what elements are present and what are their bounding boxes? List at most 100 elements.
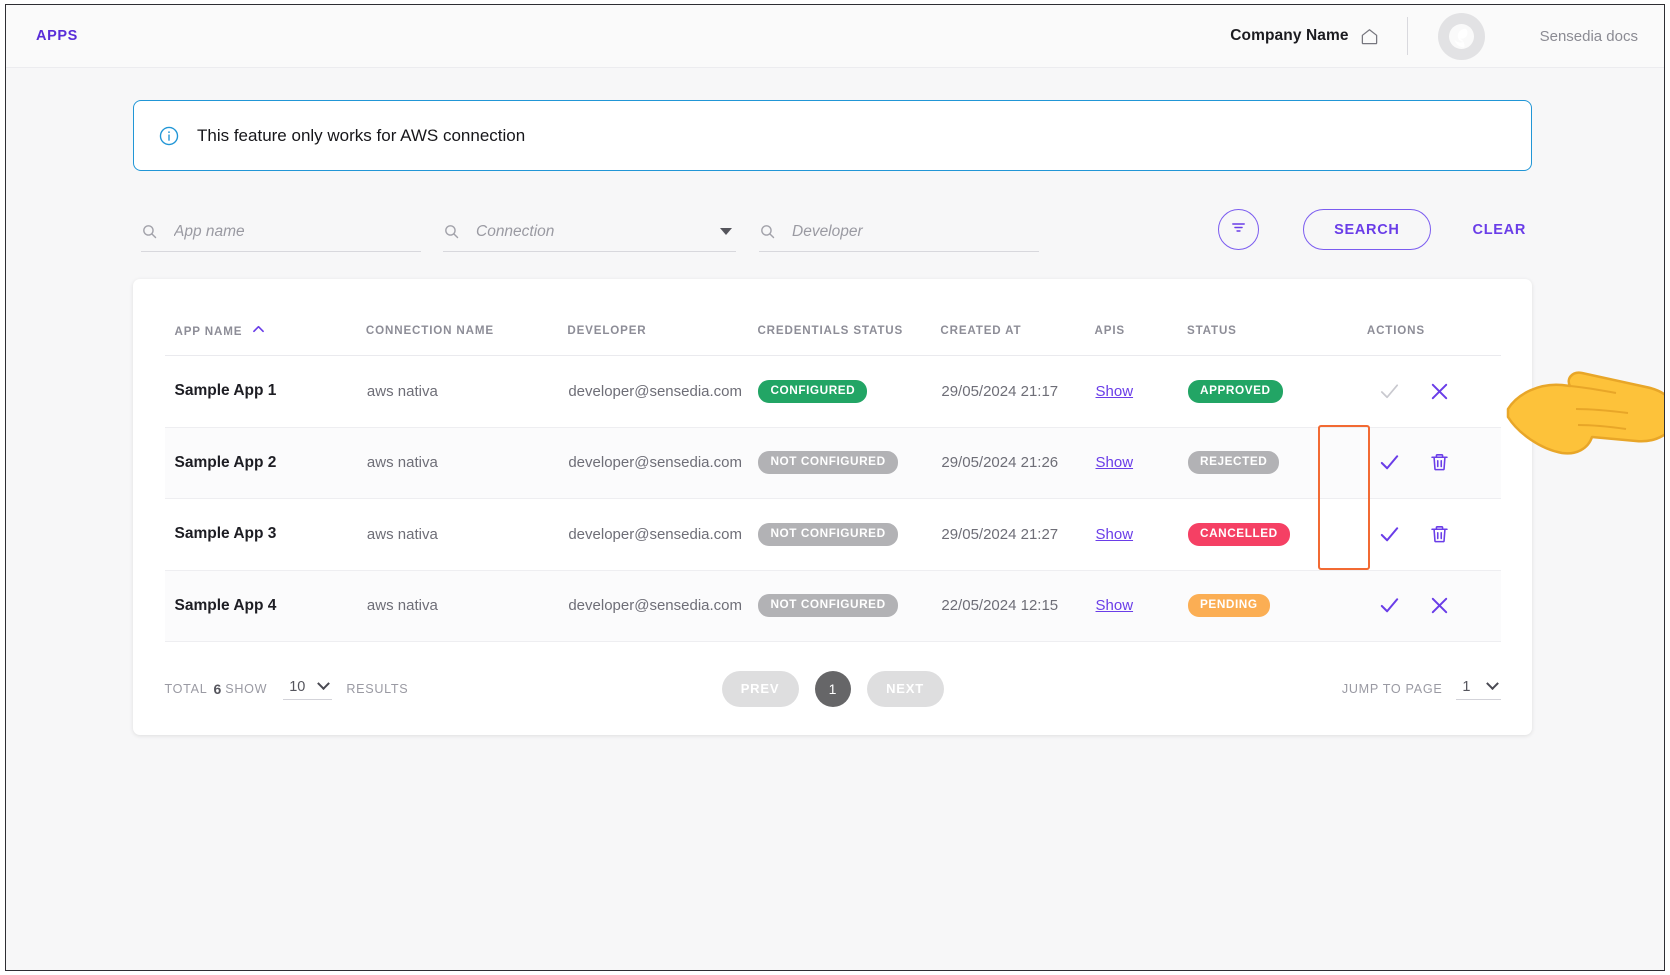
total-value: 6: [213, 681, 221, 697]
jump-to-page-select[interactable]: 1: [1456, 678, 1500, 700]
cell-created-at: 29/05/2024 21:26: [940, 427, 1094, 499]
status-badge: PENDING: [1188, 594, 1270, 617]
table-row[interactable]: Sample App 4 aws nativa developer@sensed…: [165, 570, 1501, 642]
developer-input[interactable]: [790, 222, 1039, 242]
reject-icon[interactable]: [1426, 592, 1454, 620]
column-header-created-at[interactable]: CREATED AT: [940, 279, 1094, 356]
table-row[interactable]: Sample App 3 aws nativa developer@sensed…: [165, 499, 1501, 571]
chevron-down-icon: [1486, 677, 1499, 690]
main-content: This feature only works for AWS connecti…: [6, 100, 1664, 735]
search-icon: [443, 223, 460, 240]
cell-credentials-status: NOT CONFIGURED: [757, 427, 940, 499]
table-row[interactable]: Sample App 2 aws nativa developer@sensed…: [165, 427, 1501, 499]
jump-to-page-value: 1: [1462, 679, 1470, 695]
connection-field[interactable]: [443, 214, 736, 252]
filter-icon: [1230, 219, 1247, 241]
credentials-status-badge: NOT CONFIGURED: [758, 451, 897, 474]
cell-status: REJECTED: [1187, 427, 1367, 499]
next-page-button[interactable]: NEXT: [867, 671, 944, 707]
page-size-value: 10: [289, 679, 305, 695]
prev-page-button[interactable]: PREV: [722, 671, 799, 707]
info-banner: This feature only works for AWS connecti…: [133, 100, 1532, 171]
cell-apis: Show: [1095, 356, 1187, 428]
apis-show-link[interactable]: Show: [1096, 454, 1134, 471]
column-header-connection-name[interactable]: CONNECTION NAME: [366, 279, 567, 356]
column-header-credentials-status[interactable]: CREDENTIALS STATUS: [757, 279, 940, 356]
cell-actions: [1367, 356, 1501, 428]
jump-to-page: JUMP TO PAGE 1: [1342, 678, 1501, 700]
top-bar-right: Company Name Sensedia docs: [1230, 13, 1638, 60]
table-header-row: APP NAME CONNECTION NAME DEVELOPER CREDE…: [165, 279, 1501, 356]
cell-created-at: 22/05/2024 12:15: [940, 570, 1094, 642]
sensedia-logo-icon: [1438, 13, 1485, 60]
developer-field[interactable]: [759, 214, 1039, 252]
cell-status: PENDING: [1187, 570, 1367, 642]
search-filter-row: SEARCH CLEAR: [133, 206, 1532, 252]
cell-developer: developer@sensedia.com: [567, 427, 757, 499]
table-body: Sample App 1 aws nativa developer@sensed…: [165, 356, 1501, 642]
cell-connection-name: aws nativa: [366, 427, 567, 499]
clear-button[interactable]: CLEAR: [1467, 209, 1532, 250]
page-title: APPS: [36, 28, 78, 44]
approve-icon[interactable]: [1376, 449, 1404, 477]
page-size-select[interactable]: 10: [283, 678, 332, 700]
table-row[interactable]: Sample App 1 aws nativa developer@sensed…: [165, 356, 1501, 428]
chevron-down-icon: [317, 677, 330, 690]
apis-show-link[interactable]: Show: [1096, 383, 1134, 400]
app-name-input[interactable]: [172, 222, 421, 242]
delete-icon[interactable]: [1426, 449, 1454, 477]
row-actions: [1368, 449, 1500, 477]
credentials-status-badge: CONFIGURED: [758, 380, 867, 403]
home-icon[interactable]: [1360, 27, 1379, 46]
search-icon: [759, 223, 776, 240]
cell-credentials-status: NOT CONFIGURED: [757, 570, 940, 642]
apps-table-card: APP NAME CONNECTION NAME DEVELOPER CREDE…: [133, 279, 1532, 735]
apis-show-link[interactable]: Show: [1096, 597, 1134, 614]
show-label: SHOW: [225, 682, 267, 696]
cell-app-name: Sample App 1: [165, 356, 366, 428]
reject-icon[interactable]: [1426, 377, 1454, 405]
column-header-app-name[interactable]: APP NAME: [165, 279, 366, 356]
filter-button[interactable]: [1218, 209, 1259, 250]
results-summary: TOTAL 6 SHOW 10 RESULTS: [165, 678, 409, 700]
cell-created-at: 29/05/2024 21:17: [940, 356, 1094, 428]
approve-icon[interactable]: [1376, 592, 1404, 620]
approve-icon[interactable]: [1376, 520, 1404, 548]
table-header: APP NAME CONNECTION NAME DEVELOPER CREDE…: [165, 279, 1501, 356]
cell-connection-name: aws nativa: [366, 499, 567, 571]
delete-icon[interactable]: [1426, 520, 1454, 548]
cell-apis: Show: [1095, 499, 1187, 571]
cell-app-name: Sample App 3: [165, 499, 366, 571]
cell-apis: Show: [1095, 570, 1187, 642]
cell-actions: [1367, 499, 1501, 571]
search-icon: [141, 223, 158, 240]
status-badge: CANCELLED: [1188, 523, 1290, 546]
cell-created-at: 29/05/2024 21:27: [940, 499, 1094, 571]
apis-show-link[interactable]: Show: [1096, 526, 1134, 543]
table-footer: TOTAL 6 SHOW 10 RESULTS PREV 1 NEXT JUMP…: [165, 642, 1501, 735]
results-label: RESULTS: [346, 682, 408, 696]
total-label: TOTAL: [165, 682, 208, 696]
sensedia-docs-link[interactable]: Sensedia docs: [1540, 28, 1638, 45]
row-actions: [1368, 377, 1500, 405]
row-actions: [1368, 592, 1500, 620]
credentials-status-badge: NOT CONFIGURED: [758, 523, 897, 546]
app-name-field[interactable]: [141, 214, 421, 252]
chevron-down-icon[interactable]: [720, 228, 732, 235]
status-badge: REJECTED: [1188, 451, 1279, 474]
column-header-actions: ACTIONS: [1367, 279, 1501, 356]
cell-connection-name: aws nativa: [366, 570, 567, 642]
column-header-apis[interactable]: APIS: [1095, 279, 1187, 356]
column-header-developer[interactable]: DEVELOPER: [567, 279, 757, 356]
cell-developer: developer@sensedia.com: [567, 570, 757, 642]
cell-status: CANCELLED: [1187, 499, 1367, 571]
column-header-status[interactable]: STATUS: [1187, 279, 1367, 356]
cell-developer: developer@sensedia.com: [567, 499, 757, 571]
info-icon: [158, 125, 180, 147]
cell-status: APPROVED: [1187, 356, 1367, 428]
sort-asc-icon[interactable]: [253, 323, 264, 336]
page-number-1[interactable]: 1: [815, 671, 851, 707]
connection-input[interactable]: [474, 222, 726, 242]
search-button[interactable]: SEARCH: [1303, 209, 1430, 250]
cell-app-name: Sample App 2: [165, 427, 366, 499]
